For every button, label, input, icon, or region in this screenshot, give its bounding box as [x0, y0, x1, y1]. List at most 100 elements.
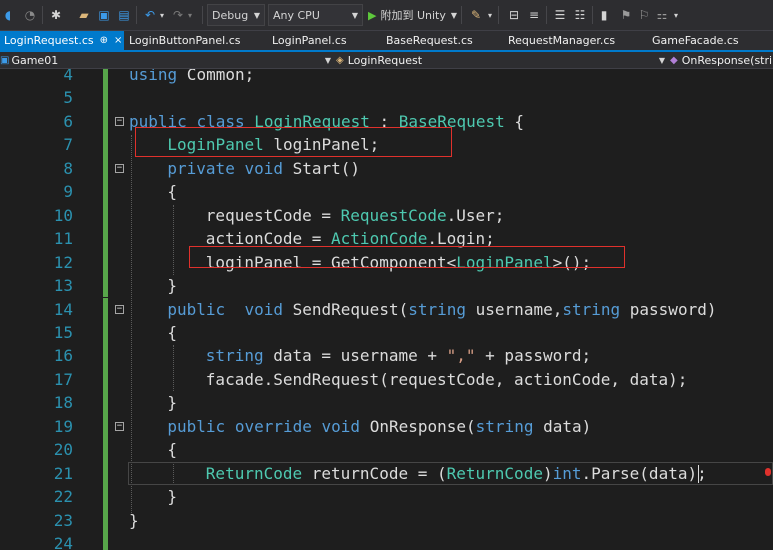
- code-line[interactable]: 24: [0, 532, 773, 550]
- chevron-down-icon[interactable]: ▾: [672, 4, 680, 26]
- outdent-icon[interactable]: ⊟: [506, 4, 522, 26]
- project-name: Game01: [11, 53, 59, 67]
- document-tabs: LoginRequest.cs ⊕ × LoginButtonPanel.cs …: [0, 31, 773, 52]
- platform-select[interactable]: Any CPU ▼: [268, 4, 363, 26]
- code-token: public: [167, 299, 226, 319]
- code-line[interactable]: 14− public void SendRequest(string userna…: [0, 297, 773, 321]
- code-line[interactable]: 15 {: [0, 320, 773, 345]
- code-token: SendRequest(: [282, 299, 409, 319]
- tab-login-button-panel[interactable]: LoginButtonPanel.cs: [129, 31, 240, 50]
- code-token: password): [620, 299, 717, 319]
- save-icon[interactable]: ▣: [96, 4, 112, 26]
- clear-bookmarks-icon[interactable]: ⚏: [654, 4, 670, 26]
- tab-login-request[interactable]: LoginRequest.cs ⊕ ×: [0, 31, 124, 50]
- comment-icon[interactable]: ☰: [552, 4, 568, 26]
- code-token: void: [244, 158, 283, 178]
- code-token: }: [167, 393, 178, 413]
- code-text: }: [167, 274, 177, 297]
- bookmark-icon[interactable]: ▮: [596, 4, 612, 26]
- undo-dropdown-icon[interactable]: ▾: [158, 4, 166, 26]
- code-line[interactable]: 20 {: [0, 438, 773, 462]
- line-number: 9: [63, 182, 73, 202]
- code-token: + password;: [475, 346, 592, 366]
- forward-icon[interactable]: ◔: [22, 4, 38, 26]
- tab-label: RequestManager.cs: [508, 34, 616, 47]
- code-line[interactable]: 16 string data = username + "," + passwor…: [0, 344, 773, 368]
- chevron-down-icon: ▼: [324, 55, 331, 65]
- change-marker: [103, 344, 108, 368]
- collapse-icon[interactable]: −: [115, 304, 124, 314]
- code-line[interactable]: 13}: [0, 274, 773, 298]
- uncomment-icon[interactable]: ☷: [572, 4, 588, 26]
- tab-label: BaseRequest.cs: [386, 34, 473, 47]
- line-number: 12: [53, 252, 73, 272]
- undo-icon[interactable]: ↶: [142, 4, 158, 26]
- code-token: string: [205, 346, 264, 366]
- tab-login-panel[interactable]: LoginPanel.cs: [272, 31, 347, 50]
- code-token: void: [244, 299, 283, 319]
- back-icon[interactable]: ◖: [0, 4, 16, 26]
- code-line[interactable]: 8 − private void Start(): [0, 156, 773, 181]
- chevron-down-icon: ▼: [351, 10, 358, 20]
- line-number: 23: [53, 510, 73, 530]
- line-number: 20: [53, 440, 73, 460]
- class-icon: ◈: [336, 54, 344, 66]
- prev-bookmark-icon[interactable]: ⚑: [618, 4, 634, 26]
- redo-dropdown-icon[interactable]: ▾: [186, 4, 194, 26]
- change-marker: [103, 156, 108, 181]
- toolbar-separator: [546, 6, 547, 24]
- line-number: 15: [53, 322, 73, 342]
- collapse-icon[interactable]: −: [115, 116, 124, 126]
- change-marker: [103, 391, 108, 415]
- toolbar-separator: [42, 6, 43, 24]
- code-token: string: [408, 299, 467, 319]
- class-dropdown[interactable]: ◈ LoginRequest ▼: [336, 53, 667, 67]
- pin-icon[interactable]: ⊕: [100, 35, 108, 46]
- collapse-icon[interactable]: −: [115, 421, 124, 431]
- code-line[interactable]: 10 requestCode = RequestCode.User;: [0, 203, 773, 228]
- code-line[interactable]: 9{: [0, 180, 773, 204]
- change-marker: [103, 320, 108, 345]
- line-number: 21: [53, 463, 73, 483]
- change-marker: [103, 508, 108, 532]
- tab-game-facade[interactable]: GameFacade.cs: [652, 31, 739, 50]
- code-token: {: [504, 111, 524, 131]
- tab-base-request[interactable]: BaseRequest.cs: [386, 31, 473, 50]
- save-all-icon[interactable]: ▤: [116, 4, 132, 26]
- line-number: 14: [53, 299, 73, 319]
- configuration-select[interactable]: Debug ▼: [207, 4, 265, 26]
- code-token: data = username +: [263, 346, 447, 366]
- chevron-down-icon[interactable]: ▾: [486, 4, 494, 26]
- collapse-icon[interactable]: −: [115, 163, 124, 173]
- redo-icon[interactable]: ↷: [170, 4, 186, 26]
- code-line[interactable]: 23}: [0, 508, 773, 532]
- change-marker: [103, 86, 108, 110]
- line-number: 8: [63, 158, 73, 178]
- code-text: }: [167, 391, 177, 414]
- code-text: private void Start(): [167, 157, 360, 180]
- line-number: 22: [53, 487, 73, 507]
- code-line[interactable]: 4 using Common;: [0, 69, 773, 87]
- next-bookmark-icon[interactable]: ⚐: [636, 4, 652, 26]
- open-file-icon[interactable]: ▰: [76, 4, 92, 26]
- debug-tool-icon[interactable]: ✎: [468, 4, 484, 26]
- code-editor[interactable]: 4 using Common; 5 6− public class LoginReque…: [0, 69, 773, 550]
- error-marker-icon[interactable]: [765, 467, 771, 476]
- code-text: requestCode = RequestCode.User;: [206, 204, 505, 227]
- annotation-box: [135, 126, 452, 157]
- code-line[interactable]: 18}: [0, 391, 773, 415]
- close-icon[interactable]: ×: [114, 35, 122, 46]
- code-line[interactable]: 19 − public override void OnResponse(strin…: [0, 414, 773, 439]
- member-dropdown[interactable]: ◆ OnResponse(strin: [670, 53, 773, 67]
- tab-request-manager[interactable]: RequestManager.cs: [508, 31, 615, 50]
- new-project-icon[interactable]: ✱: [48, 4, 64, 26]
- code-line[interactable]: 17 facade.SendRequest(requestCode, action…: [0, 367, 773, 392]
- project-dropdown[interactable]: ▣ Game01 ▼: [0, 53, 333, 67]
- code-line[interactable]: 22}: [0, 485, 773, 509]
- current-line-highlight: [128, 461, 773, 486]
- indent-icon[interactable]: ≡: [526, 4, 542, 26]
- toolbar-separator: [136, 6, 137, 24]
- code-line[interactable]: 5: [0, 86, 773, 110]
- attach-unity-button[interactable]: ▶ 附加到 Unity ▼: [368, 4, 460, 26]
